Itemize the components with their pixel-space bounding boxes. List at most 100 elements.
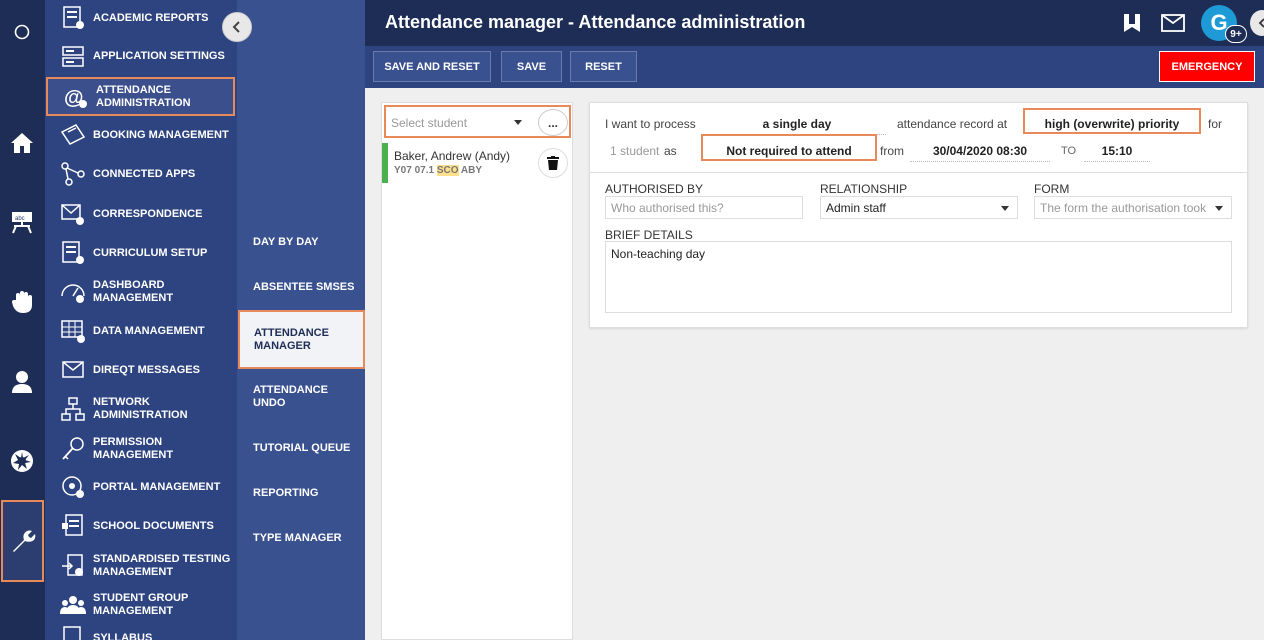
chevron-down-icon [514, 120, 522, 125]
relationship-value: Admin staff [826, 201, 886, 215]
submenu-item-absentee-smses[interactable]: ABSENTEE SMSES [237, 279, 365, 295]
menu-item-academic-reports[interactable]: ACADEMIC REPORTS [45, 6, 235, 30]
page-title: Attendance manager - Attendance administ… [385, 12, 806, 32]
home-icon[interactable] [4, 125, 40, 161]
message-icon [62, 361, 84, 378]
top-bar: Attendance manager - Attendance administ… [365, 0, 1264, 46]
admin-menu: ACADEMIC REPORTS APPLICATION SETTINGS @ … [45, 0, 237, 640]
menu-item-label: APPLICATION SETTINGS [93, 49, 225, 62]
settings-icon [62, 46, 84, 67]
submenu-item-label: ATTENDANCE UNDO [253, 384, 328, 409]
menu-item-label: SCHOOL DOCUMENTS [93, 519, 214, 532]
submenu-item-tutorial-queue[interactable]: TUTORIAL QUEUE [237, 440, 365, 456]
menu-item-label: DIREQT MESSAGES [93, 363, 200, 376]
menu-item-network-administration[interactable]: NETWORK ADMINISTRATION [45, 395, 235, 423]
student-select-placeholder: Select student [391, 116, 468, 130]
menu-item-label: SYLLABUS [93, 631, 153, 640]
menu-item-connected-apps[interactable]: CONNECTED APPS [45, 161, 235, 187]
submenu-item-attendance-undo[interactable]: ATTENDANCE UNDO [237, 382, 365, 412]
emergency-button[interactable]: EMERGENCY [1159, 51, 1255, 82]
menu-item-permission-management[interactable]: PERMISSION MANAGEMENT [45, 435, 235, 463]
inbox-icon[interactable] [1161, 12, 1185, 34]
submenu-item-reporting[interactable]: REPORTING [237, 485, 365, 501]
admin-tools-icon[interactable] [1, 500, 44, 582]
menu-item-label: CORRESPONDENCE [93, 207, 203, 220]
menu-item-syllabus[interactable]: SYLLABUS [45, 626, 235, 640]
student-row[interactable]: Baker, Andrew (Andy) Y07 07.1 SCO ABY [382, 143, 572, 183]
portal-icon [62, 476, 84, 498]
trash-icon [547, 156, 559, 170]
menu-item-data-management[interactable]: DATA MANAGEMENT [45, 318, 235, 344]
menu-item-label: ATTENDANCE ADMINISTRATION [96, 83, 191, 109]
bookmark-icon[interactable] [1121, 12, 1143, 34]
submenu-item-attendance-manager[interactable]: ATTENDANCE MANAGER [238, 310, 365, 369]
classroom-icon[interactable]: abc [4, 204, 40, 240]
relationship-select[interactable]: Admin staff [820, 196, 1018, 219]
menu-item-label: PERMISSION MANAGEMENT [93, 436, 174, 461]
to-time-input[interactable]: 15:10 [1084, 144, 1150, 162]
menu-item-label: CURRICULUM SETUP [93, 246, 208, 259]
notification-badge[interactable]: 9+ [1225, 25, 1247, 43]
testing-icon [62, 554, 83, 576]
menu-item-label: STANDARDISED TESTING MANAGEMENT [93, 553, 231, 578]
menu-item-label: DASHBOARD MANAGEMENT [93, 279, 174, 304]
sentence-text: as [664, 144, 677, 158]
menu-item-label: DATA MANAGEMENT [93, 324, 205, 337]
connected-icon [61, 162, 85, 186]
brief-details-label: BRIEF DETAILS [605, 228, 693, 242]
student-panel: Select student ... Baker, Andrew (Andy) … [381, 102, 573, 640]
menu-item-student-group-management[interactable]: STUDENT GROUP MANAGEMENT [45, 591, 235, 619]
menu-item-correspondence[interactable]: CORRESPONDENCE [45, 201, 235, 227]
save-button[interactable]: SAVE [501, 51, 562, 82]
menu-item-dashboard-management[interactable]: DASHBOARD MANAGEMENT [45, 279, 235, 305]
menu-item-booking-management[interactable]: BOOKING MANAGEMENT [45, 122, 235, 148]
menu-item-standardised-testing-management[interactable]: STANDARDISED TESTING MANAGEMENT [45, 552, 235, 580]
save-and-reset-button[interactable]: SAVE AND RESET [373, 51, 491, 82]
chevron-down-icon [1001, 206, 1009, 211]
student-name: Baker, Andrew (Andy) [394, 149, 511, 163]
from-datetime-input[interactable]: 30/04/2020 08:30 [910, 144, 1050, 162]
menu-item-curriculum-setup[interactable]: CURRICULUM SETUP [45, 240, 235, 266]
submenu-item-type-manager[interactable]: TYPE MANAGER [237, 530, 365, 546]
process-mode-select[interactable]: a single day [708, 117, 886, 135]
side-panel-toggle[interactable] [1250, 10, 1264, 36]
burst-icon[interactable] [4, 443, 40, 479]
attendance-submenu: DAY BY DAY ABSENTEE SMSES ATTENDANCE MAN… [237, 0, 365, 640]
priority-select[interactable]: high (overwrite) priority [1030, 117, 1194, 134]
student-select[interactable]: Select student ... [384, 105, 571, 138]
form-label: FORM [1034, 182, 1070, 196]
submenu-item-day-by-day[interactable]: DAY BY DAY [237, 234, 365, 250]
menu-item-application-settings[interactable]: APPLICATION SETTINGS [45, 44, 235, 68]
ticket-icon [60, 124, 86, 145]
brief-details-textarea[interactable]: Non-teaching day [605, 241, 1232, 313]
mail-icon [61, 204, 84, 225]
reset-button[interactable]: RESET [570, 51, 637, 82]
authorised-by-label: AUTHORISED BY [605, 182, 704, 196]
search-icon[interactable] [4, 14, 40, 50]
attendance-reason-select[interactable]: Not required to attend [706, 144, 872, 161]
sentence-text: I want to process [605, 117, 696, 131]
attendance-form: I want to process a single day attendanc… [589, 102, 1248, 328]
user-icon[interactable] [4, 364, 40, 400]
remove-student-button[interactable] [538, 148, 568, 178]
sentence-text: for [1208, 117, 1223, 131]
student-count: 1 student [610, 144, 660, 158]
report-icon [63, 6, 84, 29]
syllabus-icon [63, 626, 81, 640]
chevron-left-icon [1258, 18, 1264, 28]
network-icon [61, 397, 85, 421]
authorised-by-input[interactable]: Who authorised this? [605, 196, 803, 219]
chevron-left-icon [232, 21, 240, 33]
documents-icon [62, 514, 83, 536]
relationship-label: RELATIONSHIP [820, 182, 908, 196]
menu-item-attendance-administration[interactable]: @ ATTENDANCE ADMINISTRATION [46, 77, 235, 116]
menu-item-portal-management[interactable]: PORTAL MANAGEMENT [45, 474, 235, 500]
more-options-button[interactable]: ... [538, 109, 568, 136]
menu-item-label: BOOKING MANAGEMENT [93, 128, 229, 141]
hand-icon[interactable] [4, 284, 40, 320]
menu-item-school-documents[interactable]: SCHOOL DOCUMENTS [45, 513, 235, 539]
menu-item-direqt-messages[interactable]: DIREQT MESSAGES [45, 357, 235, 383]
form-select[interactable]: The form the authorisation took [1034, 196, 1232, 219]
collapse-menu-button[interactable] [222, 12, 252, 42]
menu-item-label: ACADEMIC REPORTS [93, 11, 209, 24]
